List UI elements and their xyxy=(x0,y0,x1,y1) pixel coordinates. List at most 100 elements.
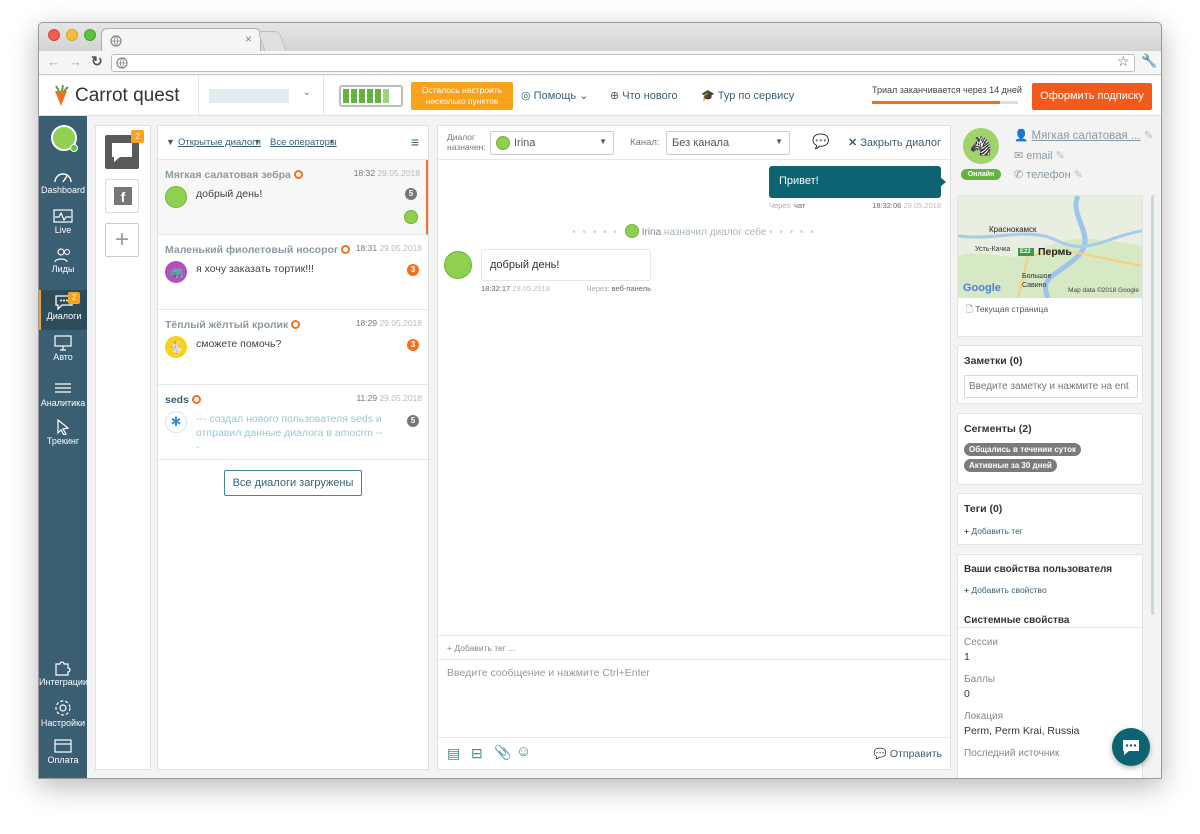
pencil-icon: ✎ xyxy=(1143,130,1154,142)
template-icon[interactable]: ▤ xyxy=(447,745,460,762)
notes-input[interactable]: Введите заметку и нажмите на ent xyxy=(964,375,1138,398)
panel-scrollbar[interactable] xyxy=(1151,195,1154,615)
dialogs-column: ▼ Открытые диалоги ▾ Все операторы ▾ ≡ М… xyxy=(157,125,429,770)
user-phone-row[interactable]: ✆ телефон ✎ xyxy=(1014,168,1083,181)
close-dialog-label: Закрыть диалог xyxy=(860,137,942,149)
bookmark-star-icon[interactable]: ☆ xyxy=(1117,53,1130,70)
message-input[interactable]: Введите сообщение и нажмите Ctrl+Enter xyxy=(438,659,950,737)
dialog-item[interactable]: Маленький фиолетовый носорог 18:31 29.05.… xyxy=(158,235,428,310)
browser-tab[interactable]: × xyxy=(101,28,261,52)
menu-icon[interactable]: ≡ xyxy=(411,134,419,150)
dialog-item[interactable]: Тёплый жёлтый кролик 18:29 29.05.2018 🐇 смо… xyxy=(158,310,428,385)
emoji-icon[interactable]: ☺ xyxy=(516,743,531,760)
pulse-icon xyxy=(39,208,87,224)
system-property: Баллы 0 xyxy=(964,674,1140,711)
help-label: Помощь xyxy=(533,90,577,102)
system-props-title: Системные свойства xyxy=(964,615,1070,626)
segment-pill[interactable]: Общались в течении суток xyxy=(964,443,1082,456)
nav-item-4[interactable]: Диалоги 2 xyxy=(39,290,87,330)
incoming-date: 29.05.2018 xyxy=(512,284,550,293)
unread-count: 3 xyxy=(407,264,419,276)
unread-count: 5 xyxy=(407,415,419,427)
nav-label: Трекинг xyxy=(46,436,80,446)
nav-item-3[interactable]: Лиды xyxy=(39,247,87,274)
user-name-row[interactable]: 👤 Мягкая салатовая ... ✎ xyxy=(1014,128,1154,142)
outgoing-time: 18:32:06 xyxy=(872,201,902,210)
all-loaded-button[interactable]: Все диалоги загружены xyxy=(224,470,362,496)
open-dialogs-filter[interactable]: Открытые диалоги xyxy=(178,137,261,148)
url-field[interactable] xyxy=(111,54,1135,72)
dialog-preview: я хочу заказать тортик!!! xyxy=(196,263,314,275)
setup-notice[interactable]: Осталось настроить несколько пунктов xyxy=(411,82,513,110)
tour-link[interactable]: 🎓 Тур по сервису xyxy=(701,89,794,102)
paperclip-icon[interactable]: 📎 xyxy=(494,744,511,761)
dialog-item[interactable]: seds 11:29 29.05.2018 ✱ --- создал нового п… xyxy=(158,385,428,460)
whats-new-link[interactable]: ⊕ Что нового xyxy=(610,89,678,102)
nav-label: Лиды xyxy=(51,264,75,274)
browser-tab-bar: × xyxy=(39,23,1161,52)
operator-avatar[interactable] xyxy=(51,125,78,152)
dialog-item[interactable]: Мягкая салатовая зебра 18:32 29.05.2018 до… xyxy=(158,160,428,235)
nav-bottom-item-3[interactable]: Оплата xyxy=(39,738,87,765)
chat-channel-button[interactable]: 2 xyxy=(105,130,144,169)
operators-filter[interactable]: Все операторы xyxy=(270,137,337,148)
user-email-row[interactable]: ✉ email ✎ xyxy=(1014,149,1065,162)
subscribe-button[interactable]: Оформить подписку xyxy=(1032,83,1152,110)
reload-icon[interactable]: ↻ xyxy=(91,53,103,70)
all-loaded-label: Все диалоги загружены xyxy=(232,477,354,489)
current-page-link[interactable]: 🗋 Текущая страница xyxy=(966,304,1048,318)
maximize-window-button[interactable] xyxy=(84,29,96,41)
nav-label: Live xyxy=(54,225,72,235)
send-button[interactable]: 💬 Отправить xyxy=(874,747,942,760)
envelope-icon: ✉ xyxy=(1014,150,1024,162)
nav-label: Настройки xyxy=(40,718,86,728)
close-window-button[interactable] xyxy=(48,29,60,41)
address-bar: ← → ↻ ☆ 🔧 xyxy=(39,51,1161,75)
support-chat-button[interactable] xyxy=(1112,728,1150,766)
add-channel-button[interactable]: + xyxy=(105,223,139,257)
segment-pill[interactable]: Активные за 30 дней xyxy=(964,459,1057,472)
close-dialog-button[interactable]: ✕ Закрыть диалог xyxy=(848,136,941,149)
system-avatar xyxy=(624,224,639,238)
chat-history-icon[interactable]: 💬 xyxy=(812,133,829,150)
archive-icon[interactable]: ⊟ xyxy=(471,745,483,762)
system-event: • • • • • Irina назначил диалог себе • •… xyxy=(438,224,950,238)
nav-bottom-item-2[interactable]: Настройки xyxy=(39,699,87,728)
monitor-icon xyxy=(39,335,87,351)
nav-item-2[interactable]: Live xyxy=(39,208,87,235)
forward-icon[interactable]: → xyxy=(69,54,82,69)
minimize-window-button[interactable] xyxy=(66,29,78,41)
back-icon[interactable]: ← xyxy=(47,54,60,69)
property-label: Баллы xyxy=(964,674,995,685)
app-root: Carrot quest ⌄ Осталось настроить нескол… xyxy=(39,76,1161,778)
add-property-button[interactable]: + Добавить свойство xyxy=(964,585,1047,595)
wrench-icon[interactable]: 🔧 xyxy=(1141,53,1157,69)
project-selector[interactable]: ⌄ xyxy=(198,76,324,116)
channel-select[interactable]: Без канала ▼ xyxy=(666,131,790,155)
visitor-avatar xyxy=(444,251,472,279)
trial-text: Триал заканчивается через 14 дней xyxy=(872,85,1022,95)
nav-label: Интеграции xyxy=(39,677,88,687)
nav-item-6[interactable]: Аналитика xyxy=(39,381,87,408)
assignee-name: Irina xyxy=(514,137,536,149)
assignee-select[interactable]: Irina ▼ xyxy=(490,131,614,155)
via-label: Через: xyxy=(586,284,610,293)
user-avatar: 🦓 xyxy=(963,128,999,164)
add-tag-link[interactable]: + Добавить тег ... xyxy=(438,635,950,659)
tab-close-icon[interactable]: × xyxy=(245,32,252,46)
nav-item-7[interactable]: Трекинг xyxy=(39,419,87,446)
help-menu[interactable]: ◎ Помощь ⌄ xyxy=(521,89,588,102)
dialog-avatar: ✱ xyxy=(165,411,187,433)
user-phone: телефон xyxy=(1026,169,1071,181)
chevron-down-icon: ⌄ xyxy=(579,90,589,102)
chat-bubble-icon: 💬 xyxy=(873,748,887,760)
filter-icon: ▼ xyxy=(166,137,175,147)
nav-item-5[interactable]: Авто xyxy=(39,335,87,362)
nav-item-1[interactable]: Dashboard xyxy=(39,168,87,195)
facebook-channel-button[interactable]: f xyxy=(105,179,139,213)
nav-bottom-item-1[interactable]: Интеграции xyxy=(39,660,88,687)
new-tab-button[interactable] xyxy=(257,31,287,51)
add-tag-button[interactable]: + Добавить тег xyxy=(964,526,1023,536)
setup-battery-icon[interactable] xyxy=(339,85,403,107)
location-map[interactable]: Краснокамск Усть-Качка E22 Пермь Большое… xyxy=(958,196,1142,298)
